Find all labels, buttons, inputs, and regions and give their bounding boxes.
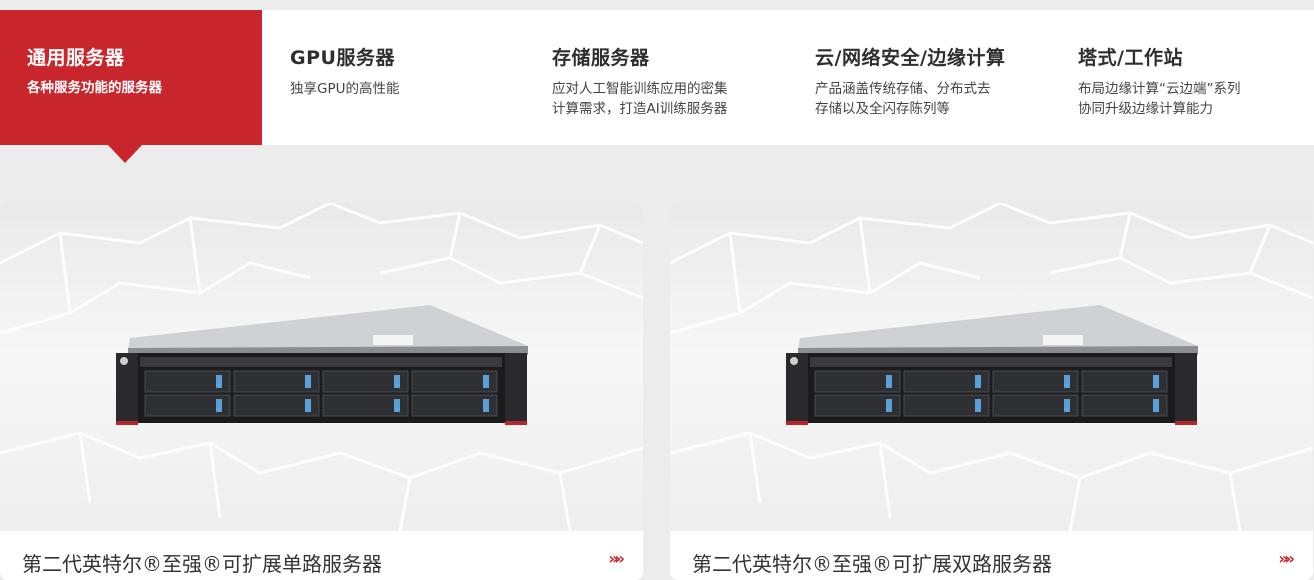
tab-desc-line: 应对人工智能训练应用的密集 — [552, 81, 728, 97]
product-card-single-socket[interactable]: 第二代英特尔®至强®可扩展单路服务器 »» — [0, 203, 643, 580]
product-card-dual-socket[interactable]: 第二代英特尔®至强®可扩展双路服务器 »» — [670, 203, 1313, 580]
tab-desc-line: 存储以及全闪存陈列等 — [815, 101, 950, 117]
rack-server-illustration — [0, 203, 643, 532]
tab-desc: 独享GPU的高性能 — [290, 81, 400, 97]
tab-desc-line: 协同升级边缘计算能力 — [1078, 101, 1213, 117]
active-tab-pointer — [108, 145, 142, 163]
product-title: 第二代英特尔®至强®可扩展双路服务器 — [692, 552, 1052, 576]
tab-desc-line: 产品涵盖传统存储、分布式去 — [815, 81, 991, 97]
tab-tower-workstation[interactable]: 塔式/工作站 布局边缘计算“云边端”系列 协同升级边缘计算能力 — [1051, 10, 1314, 145]
tab-desc: 产品涵盖传统存储、分布式去 存储以及全闪存陈列等 — [815, 79, 1005, 119]
tab-title: 塔式/工作站 — [1078, 47, 1183, 69]
product-title: 第二代英特尔®至强®可扩展单路服务器 — [22, 552, 382, 576]
tab-gpu-server[interactable]: GPU服务器 独享GPU的高性能 — [262, 10, 525, 145]
tab-general-server[interactable]: 通用服务器 各种服务功能的服务器 — [0, 10, 262, 163]
rack-server-illustration — [670, 203, 1313, 532]
tab-title: GPU服务器 — [290, 47, 395, 69]
tab-desc: 应对人工智能训练应用的密集 计算需求，打造AI训练服务器 — [552, 79, 728, 119]
triple-chevron-right-icon[interactable]: »» — [608, 549, 625, 568]
tab-cloud-security-edge[interactable]: 云/网络安全/边缘计算 产品涵盖传统存储、分布式去 存储以及全闪存陈列等 — [788, 10, 1051, 145]
server-product-image — [0, 203, 643, 532]
category-tabs: 通用服务器 各种服务功能的服务器 GPU服务器 独享GPU的高性能 存储服务器 … — [0, 10, 1314, 163]
tab-desc-line: 布局边缘计算“云边端”系列 — [1078, 81, 1241, 97]
server-product-image — [670, 203, 1313, 532]
tab-title: 存储服务器 — [552, 47, 650, 69]
triple-chevron-right-icon[interactable]: »» — [1278, 549, 1295, 568]
tab-desc: 布局边缘计算“云边端”系列 协同升级边缘计算能力 — [1078, 79, 1241, 119]
tab-title: 通用服务器 — [27, 47, 125, 69]
tab-desc-line: 计算需求，打造AI训练服务器 — [552, 101, 728, 117]
tab-desc: 各种服务功能的服务器 — [27, 80, 162, 96]
tab-title: 云/网络安全/边缘计算 — [815, 47, 1006, 69]
tab-storage-server[interactable]: 存储服务器 应对人工智能训练应用的密集 计算需求，打造AI训练服务器 — [525, 10, 788, 145]
